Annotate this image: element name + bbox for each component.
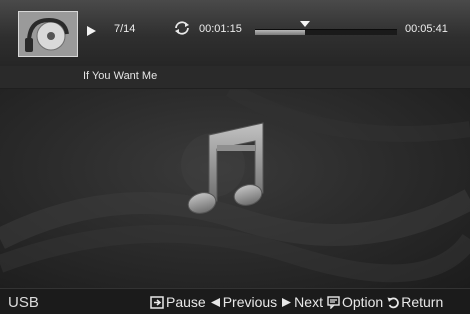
return-control[interactable]: Return — [387, 294, 443, 310]
music-visual-area — [0, 89, 470, 288]
playback-progress-bar[interactable] — [255, 21, 397, 35]
playback-info-bar: 7/14 00:01:15 00:05:41 — [0, 0, 470, 66]
option-control[interactable]: Option — [327, 294, 383, 310]
pause-label: Pause — [166, 294, 206, 310]
next-control[interactable]: Next — [281, 294, 323, 310]
return-arrow-icon — [387, 296, 400, 308]
song-title: If You Want Me — [83, 70, 158, 82]
return-label: Return — [401, 294, 444, 310]
previous-control[interactable]: Previous — [210, 294, 277, 310]
control-help-bar: USB Pause Previous Next Option Return — [0, 288, 470, 314]
repeat-icon — [173, 20, 191, 41]
control-hints: Pause Previous Next Option Return — [150, 294, 447, 310]
next-label: Next — [294, 294, 323, 310]
source-label: USB — [8, 294, 39, 311]
current-time: 00:01:15 — [199, 23, 242, 35]
tools-icon — [327, 295, 340, 309]
progress-marker-icon[interactable] — [299, 21, 310, 27]
pause-control[interactable]: Pause — [150, 294, 206, 310]
album-art-thumbnail — [18, 11, 78, 57]
previous-label: Previous — [222, 294, 278, 310]
progress-fill — [255, 30, 305, 35]
music-note-icon — [181, 122, 264, 214]
song-title-strip: If You Want Me — [0, 66, 470, 89]
enter-icon — [150, 295, 164, 309]
triangle-right-icon — [282, 297, 292, 307]
play-state-icon — [87, 26, 96, 36]
media-player-screen: 7/14 00:01:15 00:05:41 If You Want Me US… — [0, 0, 470, 314]
track-counter: 7/14 — [114, 23, 136, 35]
option-label: Option — [341, 294, 384, 310]
total-time: 00:05:41 — [405, 23, 448, 35]
triangle-left-icon — [210, 297, 220, 307]
